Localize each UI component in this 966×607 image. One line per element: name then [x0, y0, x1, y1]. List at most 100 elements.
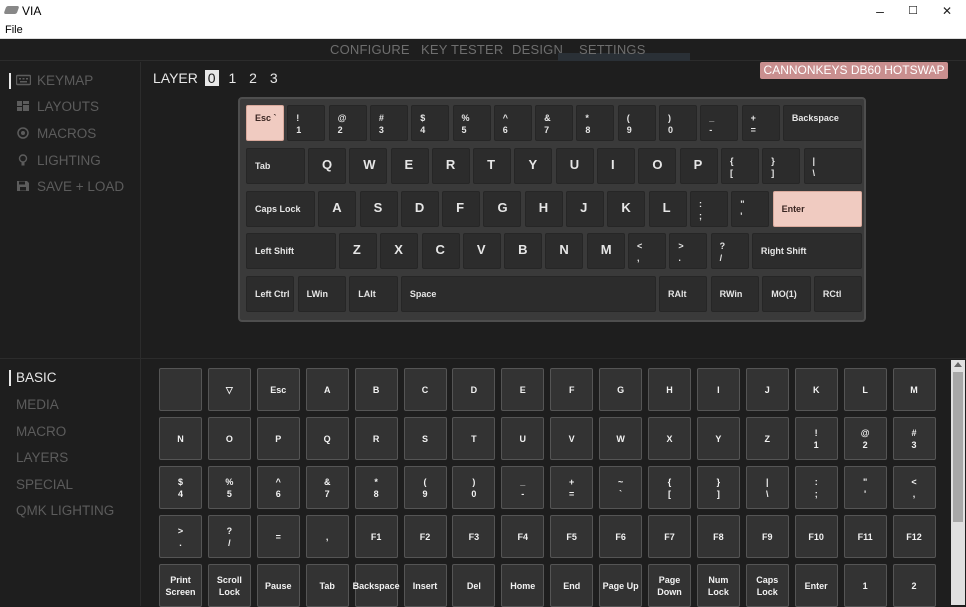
keycode-key[interactable]: V	[550, 417, 594, 460]
keymap-key[interactable]: P	[679, 147, 718, 184]
sidebar-item-save-load[interactable]: SAVE + LOAD	[16, 178, 124, 196]
keycode-key[interactable]: C	[403, 368, 447, 411]
keymap-key[interactable]: _ -	[700, 105, 739, 141]
keymap-key[interactable]: F	[442, 190, 481, 227]
keymap-key[interactable]: Y	[514, 147, 553, 184]
tab-design[interactable]: DESIGN	[512, 42, 563, 57]
category-macro[interactable]: MACRO	[16, 424, 66, 439]
keycode-key[interactable]: Home	[501, 564, 545, 607]
keymap-key[interactable]: Space	[400, 276, 656, 313]
keycode-key[interactable]: F1	[354, 515, 398, 558]
keycode-key[interactable]: ) 0	[452, 466, 496, 509]
maximize-button[interactable]: ☐	[896, 0, 930, 22]
keymap-key[interactable]: N	[545, 233, 584, 270]
category-qmk-lighting[interactable]: QMK LIGHTING	[16, 503, 114, 518]
tab-settings[interactable]: SETTINGS	[579, 42, 646, 57]
keycode-key[interactable]: " '	[843, 466, 887, 509]
keycode-key[interactable]: F7	[648, 515, 691, 558]
keymap-key[interactable]: MO(1)	[762, 276, 811, 313]
keycode-key[interactable]: X	[648, 417, 691, 460]
keymap-key[interactable]: " '	[731, 190, 770, 227]
keymap-key[interactable]: S	[359, 190, 398, 227]
keycode-key[interactable]: ! 1	[794, 417, 838, 460]
keymap-key[interactable]: B	[504, 233, 543, 270]
keycode-key[interactable]: Backspace	[353, 564, 400, 607]
sidebar-item-keymap[interactable]: KEYMAP	[15, 72, 93, 90]
keymap-key[interactable]: ) 0	[659, 105, 697, 141]
keycode-key[interactable]: Q	[305, 417, 349, 460]
keymap-key[interactable]: R	[431, 147, 470, 184]
keymap-key[interactable]: >.	[669, 233, 708, 270]
keycode-key[interactable]: Scroll Lock	[207, 564, 251, 607]
keymap-key[interactable]: E	[390, 147, 429, 184]
keymap-key[interactable]: Right Shift	[751, 233, 863, 270]
keymap-key[interactable]: #3	[369, 105, 408, 141]
keycode-key[interactable]: ▽	[207, 368, 251, 411]
keymap-key[interactable]: L	[648, 190, 687, 227]
keymap-key[interactable]: | \	[803, 147, 863, 184]
minimize-button[interactable]: –	[863, 0, 897, 22]
keymap-key[interactable]: J	[566, 190, 605, 227]
keycode-key[interactable]: Y	[696, 417, 740, 460]
keymap-key[interactable]: V	[462, 233, 501, 270]
keymap-key[interactable]: A	[318, 190, 357, 227]
keycode-key[interactable]: ,	[305, 515, 349, 558]
keymap-key[interactable]: Q	[307, 147, 346, 184]
keymap-key[interactable]: K	[607, 190, 646, 227]
keymap-key[interactable]: ! 1	[287, 105, 326, 141]
keymap-key[interactable]: <,	[628, 233, 667, 270]
keycode-key[interactable]: Enter	[794, 564, 838, 607]
keymap-key[interactable]: RAlt	[659, 276, 708, 313]
sidebar-item-lighting[interactable]: LIGHTING	[16, 152, 101, 170]
keycode-key[interactable]: F9	[745, 515, 789, 558]
keycode-key[interactable]: U	[501, 417, 545, 460]
keymap-key[interactable]: Caps Lock	[246, 190, 315, 227]
keycode-key[interactable]: > .	[159, 515, 202, 558]
keycode-key[interactable]: Page Up	[599, 564, 643, 607]
keycode-key[interactable]: F4	[501, 515, 545, 558]
keymap-key[interactable]: :;	[689, 190, 728, 227]
keymap-key[interactable]: D	[400, 190, 439, 227]
keycode-key[interactable]: * 8	[354, 466, 398, 509]
keymap-key[interactable]: RWin	[710, 276, 759, 313]
keycode-key[interactable]: F2	[403, 515, 447, 558]
keymap-key[interactable]: I	[597, 147, 636, 184]
category-layers[interactable]: LAYERS	[16, 450, 68, 465]
keymap-key[interactable]: ? /	[710, 233, 749, 270]
keymap-key[interactable]: }]	[762, 147, 801, 184]
keycode-key[interactable]: } ]	[696, 466, 740, 509]
keycode-key[interactable]: F10	[794, 515, 838, 558]
keycode-key[interactable]	[159, 368, 202, 411]
tab-key-tester[interactable]: KEY TESTER	[421, 42, 503, 57]
keycode-key[interactable]: End	[550, 564, 594, 607]
sidebar-item-macros[interactable]: MACROS	[16, 125, 96, 143]
keymap-key[interactable]: H	[524, 190, 563, 227]
keycode-key[interactable]: Tab	[305, 564, 349, 607]
keycode-key[interactable]: L	[843, 368, 887, 411]
scroll-up-icon[interactable]	[954, 362, 962, 367]
keymap-key[interactable]: Z	[338, 233, 377, 270]
layer-2-button[interactable]: 2	[246, 70, 260, 86]
keymap-key[interactable]: C	[421, 233, 460, 270]
keycode-key[interactable]: B	[354, 368, 398, 411]
keycode-key[interactable]: T	[452, 417, 496, 460]
keymap-key[interactable]: LWin	[297, 276, 346, 313]
keycode-key[interactable]: $ 4	[159, 466, 202, 509]
keycode-key[interactable]: F5	[550, 515, 594, 558]
keycode-key[interactable]: F	[550, 368, 594, 411]
keymap-key[interactable]: $4	[411, 105, 450, 141]
keycode-key[interactable]: _ -	[501, 466, 545, 509]
keycode-key[interactable]: F12	[892, 515, 936, 558]
keycode-key[interactable]: F8	[696, 515, 740, 558]
keymap-key[interactable]: {[	[720, 147, 759, 184]
keycode-scrollbar[interactable]	[951, 360, 965, 605]
close-button[interactable]: ✕	[930, 0, 964, 22]
keymap-key[interactable]: Left Ctrl	[246, 276, 295, 313]
keycode-key[interactable]: Pause	[256, 564, 300, 607]
keycode-key[interactable]: ~ `	[599, 466, 643, 509]
keycode-key[interactable]: P	[256, 417, 300, 460]
keycode-key[interactable]: @ 2	[843, 417, 887, 460]
keycode-key[interactable]: I	[696, 368, 740, 411]
sidebar-item-layouts[interactable]: LAYOUTS	[16, 98, 99, 116]
keymap-key[interactable]: Esc `	[246, 105, 284, 141]
